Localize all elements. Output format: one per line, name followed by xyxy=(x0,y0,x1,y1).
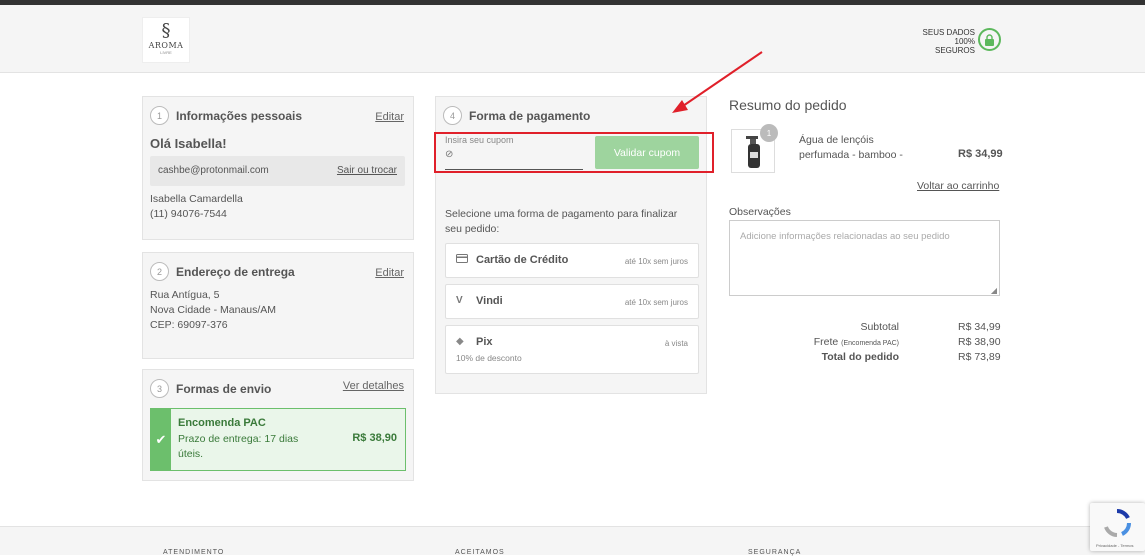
step-title: Forma de pagamento xyxy=(469,108,591,123)
recaptcha-badge[interactable]: Privacidade - Termos xyxy=(1090,503,1145,551)
resize-handle-icon[interactable]: ◢ xyxy=(991,286,997,295)
address-line1: Rua Antígua, 5 xyxy=(150,289,220,301)
greeting: Olá Isabella! xyxy=(150,136,227,151)
address-cep: CEP: 69097-376 xyxy=(150,319,228,331)
email-text: cashbe@protonmail.com xyxy=(158,165,269,176)
logo-subtext: LIVRE xyxy=(160,50,172,55)
pix-icon: ◆ xyxy=(456,336,464,347)
subtotal-label: Subtotal xyxy=(860,321,899,333)
logout-link[interactable]: Sair ou trocar xyxy=(337,165,397,176)
shipping-option-pac[interactable]: ✔ Encomenda PAC Prazo de entrega: 17 dia… xyxy=(150,408,406,471)
customer-name: Isabella Camardella xyxy=(150,193,243,205)
checkmark-icon: ✔ xyxy=(151,409,171,470)
step-number: 1 xyxy=(150,106,169,125)
payment-option-pix[interactable]: ◆ Pix à vista 10% de desconto xyxy=(445,325,699,374)
order-summary-title: Resumo do pedido xyxy=(729,97,847,113)
lock-icon xyxy=(978,28,1001,51)
view-details-link[interactable]: Ver detalhes xyxy=(343,380,404,392)
payment-option-vindi[interactable]: V Vindi até 10x sem juros xyxy=(445,284,699,319)
notes-placeholder: Adicione informações relacionadas ao seu… xyxy=(740,231,950,242)
shipping-option-term: Prazo de entrega: 17 dias úteis. xyxy=(178,433,299,460)
shipping-option-price: R$ 38,90 xyxy=(352,432,397,444)
product-price: R$ 34,99 xyxy=(958,148,1003,160)
back-to-cart-link[interactable]: Voltar ao carrinho xyxy=(917,180,999,192)
total-value: R$ 73,89 xyxy=(958,351,1001,363)
email-bar: cashbe@protonmail.com Sair ou trocar xyxy=(150,156,405,186)
shipping-option-name: Encomenda PAC xyxy=(178,417,266,429)
shipping-label: Frete (Encomenda PAC) xyxy=(813,336,899,348)
payment-option-tag: à vista xyxy=(664,339,688,348)
secure-badge-text: SEUS DADOS 100% SEGUROS xyxy=(922,28,975,55)
step-title: Formas de envio xyxy=(176,381,272,396)
product-quantity-badge: 1 xyxy=(760,124,778,142)
customer-phone: (11) 94076-7544 xyxy=(150,208,227,220)
logo-flame-icon: § xyxy=(161,20,171,41)
store-logo[interactable]: § AROMA LIVRE xyxy=(142,17,190,63)
payment-option-credit-card[interactable]: Cartão de Crédito até 10x sem juros xyxy=(445,243,699,278)
payment-option-name: Cartão de Crédito xyxy=(476,254,569,266)
step-number: 4 xyxy=(443,106,462,125)
shipping-value: R$ 38,90 xyxy=(958,336,1001,348)
logo-text: AROMA xyxy=(148,41,184,50)
recaptcha-icon xyxy=(1104,508,1132,537)
shipping-panel: 3 Formas de envio Ver detalhes ✔ Encomen… xyxy=(142,369,414,481)
credit-card-icon xyxy=(456,254,468,266)
coupon-highlight-box xyxy=(434,132,714,173)
payment-option-name: Vindi xyxy=(476,295,503,307)
payment-option-tag: até 10x sem juros xyxy=(624,298,688,307)
payment-option-name: Pix xyxy=(476,336,493,348)
personal-info-panel: 1 Informações pessoais Editar Olá Isabel… xyxy=(142,96,414,240)
step-title: Endereço de entrega xyxy=(176,264,295,279)
step-title: Informações pessoais xyxy=(176,108,303,123)
total-label: Total do pedido xyxy=(821,351,899,363)
payment-option-tag: até 10x sem juros xyxy=(624,257,688,266)
payment-intro: Selecione uma forma de pagamento para fi… xyxy=(445,208,678,235)
payment-option-sub: 10% de desconto xyxy=(456,353,522,363)
edit-address-link[interactable]: Editar xyxy=(375,267,404,279)
address-line2: Nova Cidade - Manaus/AM xyxy=(150,304,277,316)
recaptcha-text[interactable]: Privacidade - Termos xyxy=(1096,543,1134,548)
header: § AROMA LIVRE SEUS DADOS 100% SEGUROS xyxy=(0,5,1145,73)
vindi-icon: V xyxy=(456,295,463,306)
step-number: 3 xyxy=(150,379,169,398)
notes-label: Observações xyxy=(729,206,791,218)
edit-personal-link[interactable]: Editar xyxy=(375,111,404,123)
product-name: Água de lençóis perfumada - bamboo - xyxy=(799,134,903,161)
subtotal-value: R$ 34,99 xyxy=(958,321,1001,333)
step-number: 2 xyxy=(150,262,169,281)
delivery-address-panel: 2 Endereço de entrega Editar Rua Antígua… xyxy=(142,252,414,359)
notes-textarea[interactable]: Adicione informações relacionadas ao seu… xyxy=(729,220,1000,296)
